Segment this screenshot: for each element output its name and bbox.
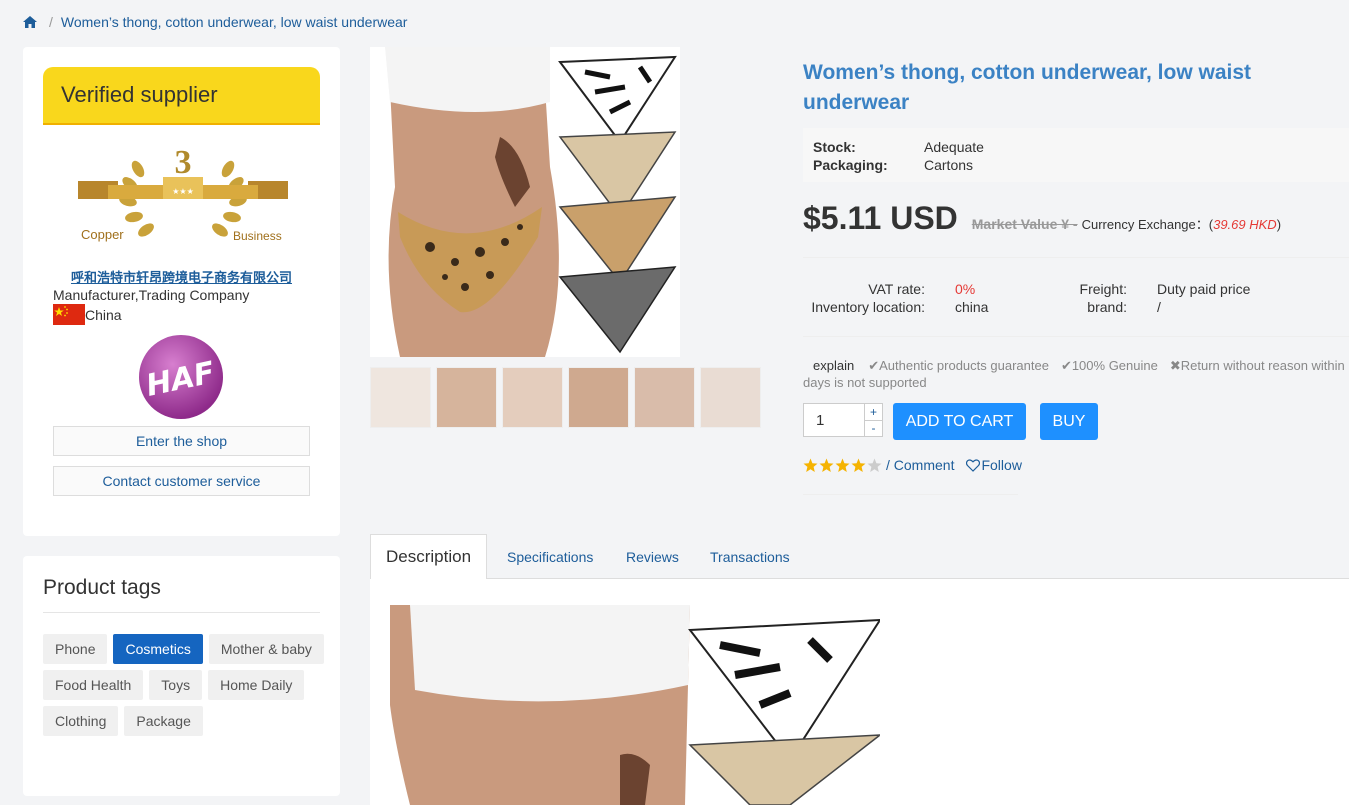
stock-label: Stock: bbox=[813, 139, 856, 155]
tab-specifications[interactable]: Specifications bbox=[507, 534, 593, 579]
guarantees: explain ✔Authentic products guarantee ✔100… bbox=[803, 357, 1349, 375]
tab-reviews[interactable]: Reviews bbox=[626, 534, 679, 579]
guarantee-authentic: ✔Authentic products guarantee bbox=[868, 358, 1049, 373]
star-icon bbox=[867, 458, 882, 472]
star-icon bbox=[803, 458, 818, 472]
company-name-link[interactable]: 呼和浩特市轩昂跨境电子商务有限公司 bbox=[23, 267, 340, 286]
tag-item[interactable]: Mother & baby bbox=[208, 634, 324, 664]
supplier-logo[interactable]: HAF bbox=[128, 327, 235, 422]
home-icon[interactable] bbox=[23, 16, 37, 28]
vat-label: VAT rate: bbox=[868, 281, 925, 297]
add-to-cart-button[interactable]: ADD TO CART bbox=[893, 403, 1026, 440]
buy-button[interactable]: BUY bbox=[1040, 403, 1098, 440]
tag-item[interactable]: Clothing bbox=[43, 706, 119, 736]
guarantee-genuine: ✔100% Genuine bbox=[1060, 358, 1158, 373]
product-main-image[interactable] bbox=[370, 47, 680, 357]
rating-stars bbox=[803, 458, 883, 473]
quantity-minus-button[interactable]: - bbox=[865, 419, 882, 437]
freight-value: Duty paid price bbox=[1157, 281, 1251, 297]
thumbnail[interactable] bbox=[436, 367, 497, 428]
inventory-label: Inventory location: bbox=[811, 299, 925, 315]
svg-text:Business: Business bbox=[233, 229, 282, 243]
product-tags-card: Product tags Phone Cosmetics Mother & baby… bbox=[23, 556, 340, 796]
description-panel bbox=[370, 579, 1349, 805]
quantity-stepper: + - bbox=[803, 403, 883, 437]
thumbnail-strip bbox=[370, 367, 761, 428]
comment-link[interactable]: / Comment bbox=[886, 457, 954, 473]
thumbnail[interactable] bbox=[700, 367, 761, 428]
brand-value: / bbox=[1157, 299, 1161, 315]
packaging-label: Packaging: bbox=[813, 157, 888, 173]
tags-list: Phone Cosmetics Mother & baby Food Health To… bbox=[43, 634, 328, 736]
tab-description[interactable]: Description bbox=[370, 534, 488, 580]
divider bbox=[803, 494, 1018, 495]
company-type: Manufacturer,Trading Company bbox=[53, 287, 250, 303]
breadcrumb: / Women’s thong, cotton underwear, low w… bbox=[23, 12, 407, 32]
tag-item[interactable]: Home Daily bbox=[208, 670, 305, 700]
country-name: China bbox=[85, 306, 122, 323]
svg-text:3: 3 bbox=[175, 144, 192, 181]
quantity-input[interactable] bbox=[804, 404, 864, 436]
tag-item[interactable]: Food Health bbox=[43, 670, 144, 700]
breadcrumb-separator: / bbox=[49, 14, 53, 30]
brand-label: brand: bbox=[1087, 299, 1127, 315]
tag-item[interactable]: Toys bbox=[149, 670, 203, 700]
china-flag-icon bbox=[53, 304, 85, 325]
rating-row: / Comment Follow bbox=[803, 457, 1022, 473]
product-tags-title: Product tags bbox=[43, 576, 320, 613]
follow-label: Follow bbox=[981, 457, 1022, 473]
heart-icon bbox=[966, 458, 981, 472]
guarantee-return: ✖Return without reason within 7 bbox=[1169, 358, 1349, 373]
explain-link[interactable]: explain bbox=[813, 358, 854, 373]
tag-item[interactable]: Phone bbox=[43, 634, 108, 664]
thumbnail[interactable] bbox=[634, 367, 695, 428]
freight-label: Freight: bbox=[1079, 281, 1127, 297]
copper-medal-icon: 3 ★★★ Copper Business bbox=[78, 144, 288, 243]
thumbnail[interactable] bbox=[568, 367, 629, 428]
price: $5.11 USD bbox=[803, 200, 958, 236]
stock-info: Stock: Adequate Packaging: Cartons bbox=[803, 128, 1349, 182]
exchange-value: 39.69 HKD bbox=[1213, 217, 1277, 232]
breadcrumb-current[interactable]: Women’s thong, cotton underwear, low wai… bbox=[61, 14, 408, 30]
stock-value: Adequate bbox=[924, 139, 984, 155]
thumbnail[interactable] bbox=[370, 367, 431, 428]
follow-button[interactable]: Follow bbox=[966, 457, 1022, 473]
market-value: Market Value ¥ - bbox=[971, 216, 1078, 232]
packaging-value: Cartons bbox=[924, 157, 974, 173]
tabs-bar: Description Specifications Reviews Trans… bbox=[370, 534, 1349, 580]
country: China bbox=[53, 304, 122, 325]
currency-exchange: Currency Exchange：(39.69 HKD) bbox=[1081, 217, 1282, 232]
star-icon bbox=[819, 458, 834, 472]
inventory-value: china bbox=[955, 299, 989, 315]
star-icon bbox=[851, 458, 866, 472]
contact-service-button[interactable]: Contact customer service bbox=[53, 466, 310, 496]
tab-transactions[interactable]: Transactions bbox=[710, 534, 790, 579]
tag-item[interactable]: Cosmetics bbox=[113, 634, 203, 664]
attribute-box: VAT rate: 0% Inventory location: china Fre… bbox=[803, 257, 1349, 337]
quantity-plus-button[interactable]: + bbox=[865, 404, 882, 420]
supplier-card: Verified supplier 3 ★★★ Copper Business … bbox=[23, 47, 340, 536]
verified-supplier-banner: Verified supplier bbox=[43, 67, 320, 125]
svg-text:★★★: ★★★ bbox=[172, 187, 194, 196]
star-icon bbox=[835, 458, 850, 472]
svg-text:Copper: Copper bbox=[81, 227, 124, 242]
tag-item[interactable]: Package bbox=[124, 706, 203, 736]
product-title: Women’s thong, cotton underwear, low wai… bbox=[803, 61, 1252, 114]
guarantee-return-cont: days is not supported bbox=[803, 375, 927, 390]
price-row: $5.11 USD Market Value ¥ - Currency Exch… bbox=[803, 200, 1281, 237]
vat-value: 0% bbox=[955, 281, 976, 297]
enter-shop-button[interactable]: Enter the shop bbox=[53, 426, 310, 456]
thumbnail[interactable] bbox=[502, 367, 563, 428]
description-image bbox=[390, 605, 880, 805]
